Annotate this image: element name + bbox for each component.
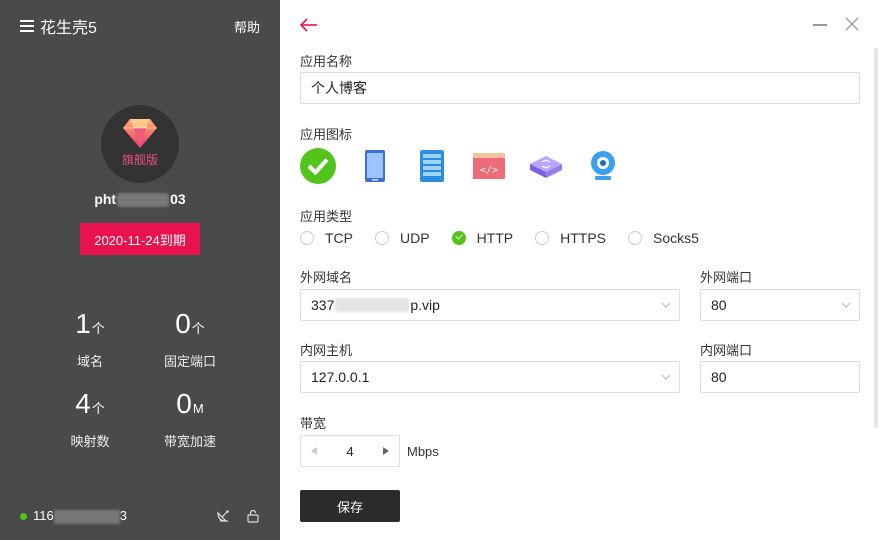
app-name-value: 个人博客 [311, 80, 367, 96]
satellite-dish-icon[interactable] [216, 509, 230, 523]
back-arrow-icon[interactable] [298, 14, 320, 36]
expire-date-button[interactable]: 2020-11-24到期 [80, 223, 200, 255]
radio-https[interactable]: HTTPS [535, 230, 606, 246]
bandwidth-stepper[interactable]: 4 [300, 435, 400, 467]
scrollbar[interactable] [874, 48, 878, 428]
app-name-input[interactable]: 个人博客 [300, 72, 860, 104]
int-port-input[interactable]: 80 [700, 361, 860, 393]
ext-domain-label: 外网域名 [300, 270, 353, 285]
ext-domain-suffix: p.vip [410, 297, 440, 313]
main-panel: 应用名称 个人博客 应用图标 e [280, 0, 880, 540]
stat-unit: 个 [91, 401, 105, 416]
stat-bandwidth-boost[interactable]: 0M 带宽加速 [130, 388, 250, 450]
stat-value: 0 [175, 308, 191, 339]
stat-label: 带宽加速 [163, 434, 216, 449]
close-icon[interactable] [845, 17, 859, 31]
redacted-blur [53, 510, 120, 524]
stat-value: 4 [75, 388, 91, 419]
int-port-label: 内网端口 [700, 343, 753, 358]
app-type-label: 应用类型 [300, 209, 353, 224]
username-prefix: pht [94, 191, 117, 207]
ip-suffix: 3 [119, 508, 127, 524]
ext-port-label: 外网端口 [700, 270, 753, 285]
app-name-label: 应用名称 [300, 54, 353, 69]
ie-icon[interactable]: e [300, 148, 336, 184]
sidebar-header: 花生壳5 帮助 [20, 14, 260, 38]
stat-unit: 个 [191, 321, 205, 336]
increment-button[interactable] [373, 436, 399, 466]
radio-label: UDP [400, 230, 430, 246]
stat-unit: M [192, 401, 204, 416]
avatar[interactable]: 旗舰版 [101, 105, 179, 183]
ext-port-value: 80 [711, 297, 727, 313]
stat-label: 固定端口 [163, 354, 216, 369]
username-suffix: 03 [170, 191, 186, 207]
chevron-down-icon [661, 374, 671, 380]
save-button[interactable]: 保存 [300, 490, 400, 522]
ext-domain-select[interactable]: 337 p.vip [300, 289, 680, 321]
stat-unit: 个 [91, 321, 105, 336]
decrement-button[interactable] [301, 436, 327, 466]
redacted-blur [117, 193, 170, 208]
redacted-blur [335, 298, 410, 312]
diamond-icon [123, 118, 157, 148]
radio-circle [300, 231, 314, 245]
radio-http[interactable]: HTTP [451, 230, 514, 246]
sidebar: 花生壳5 帮助 旗舰版 pht 03 2020-11-24到期 1个 域名 0个 … [0, 0, 280, 540]
ext-port-select[interactable]: 80 [700, 289, 860, 321]
webcam-icon[interactable] [585, 148, 621, 184]
radio-label: Socks5 [653, 230, 699, 246]
online-status-dot [20, 512, 27, 520]
bandwidth-value[interactable]: 4 [327, 444, 373, 459]
chevron-down-icon [661, 302, 671, 308]
app-type-radio-group: TCP UDP HTTP HTTPS Socks5 [300, 230, 721, 246]
radio-socks5[interactable]: Socks5 [628, 230, 699, 246]
app-title: 花生壳5 [40, 20, 97, 37]
radio-tcp[interactable]: TCP [300, 230, 353, 246]
triangle-left-icon [311, 447, 317, 455]
code-window-icon[interactable]: </> [471, 148, 507, 184]
bandwidth-label: 带宽 [300, 416, 327, 431]
int-host-select[interactable]: 127.0.0.1 [300, 361, 680, 393]
stat-value: 0 [176, 388, 192, 419]
minimize-icon[interactable] [813, 24, 827, 26]
sidebar-footer: 116 3 [20, 508, 260, 524]
ip-address: 116 3 [33, 508, 127, 524]
radio-circle [535, 231, 550, 245]
app-icon-label: 应用图标 [300, 127, 353, 142]
radio-label: HTTPS [560, 230, 607, 246]
int-host-label: 内网主机 [300, 343, 353, 358]
network-switch-icon[interactable] [528, 148, 564, 184]
triangle-right-icon [383, 447, 389, 455]
svg-text:</>: </> [480, 165, 498, 176]
int-port-value: 80 [711, 369, 727, 385]
username: pht 03 [0, 191, 280, 208]
ip-prefix: 116 [33, 508, 54, 524]
stat-value: 1 [75, 308, 91, 339]
lock-icon[interactable] [246, 509, 260, 523]
server-icon[interactable] [414, 148, 450, 184]
phone-icon[interactable] [357, 148, 393, 184]
edition-badge: 旗舰版 [121, 152, 158, 167]
radio-udp[interactable]: UDP [375, 230, 430, 246]
ext-domain-prefix: 337 [311, 297, 335, 313]
hamburger-menu-icon[interactable] [20, 20, 34, 32]
app-icon-picker: e [300, 148, 642, 184]
radio-circle [375, 231, 389, 245]
radio-label: HTTP [476, 230, 514, 246]
stat-fixed-ports[interactable]: 0个 固定端口 [130, 308, 250, 370]
radio-circle [628, 231, 643, 245]
chevron-down-icon [841, 302, 851, 308]
radio-circle-checked [451, 231, 466, 245]
radio-label: TCP [325, 230, 353, 246]
int-host-value: 127.0.0.1 [311, 369, 370, 385]
bandwidth-unit: Mbps [407, 444, 439, 459]
help-link[interactable]: 帮助 [234, 17, 260, 36]
selected-check-icon [300, 148, 336, 184]
